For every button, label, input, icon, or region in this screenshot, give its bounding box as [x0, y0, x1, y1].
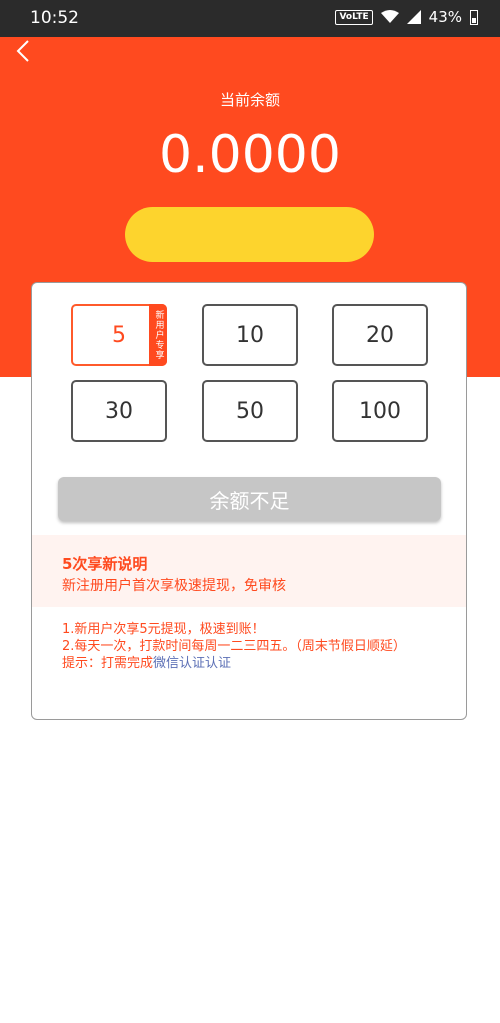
notice-body: 新注册用户首次享极速提现，免审核 — [62, 578, 286, 594]
back-arrow-icon[interactable] — [12, 37, 36, 65]
amount-value: 50 — [236, 398, 264, 424]
amount-value: 10 — [236, 322, 264, 348]
new-user-tag: 新用户专享 — [149, 304, 167, 366]
status-bar: 10:52 VoLTE 43% — [0, 0, 500, 37]
wechat-verify-link[interactable]: 微信认证认证 — [153, 656, 231, 671]
rule-line-3: 提示：打需完成微信认证认证 — [62, 655, 442, 672]
status-icons: VoLTE 43% — [335, 8, 478, 26]
amount-value: 100 — [359, 398, 401, 424]
amount-value: 30 — [105, 398, 133, 424]
amount-grid: 5 新用户专享 10 20 30 50 100 — [71, 304, 429, 444]
withdraw-all-button[interactable] — [125, 207, 374, 262]
amount-option-30[interactable]: 30 — [71, 380, 167, 442]
amount-value: 5 — [112, 322, 126, 348]
rule-tip: 提示：打需完成 — [62, 656, 154, 671]
balance-value: 0.0000 — [159, 125, 341, 185]
status-time: 10:52 — [30, 8, 79, 28]
rule-line-1: 1.新用户次享5元提现，极速到账！ — [62, 622, 265, 637]
battery-percent: 43% — [428, 8, 462, 26]
notice-box: 5次享新说明 新注册用户首次享极速提现，免审核 — [32, 535, 466, 607]
signal-icon — [406, 10, 421, 24]
amount-value: 20 — [366, 322, 394, 348]
volte-badge: VoLTE — [335, 9, 373, 25]
notice-title: 5次享新说明 — [62, 555, 148, 573]
battery-icon — [470, 9, 478, 25]
withdraw-card: 5 新用户专享 10 20 30 50 100 余额不足 5次享新说明 新注册用… — [31, 282, 467, 720]
insufficient-balance-button[interactable]: 余额不足 — [58, 477, 441, 521]
balance-label: 当前余额 — [219, 91, 280, 109]
amount-option-5[interactable]: 5 新用户专享 — [71, 304, 167, 366]
withdraw-rules: 1.新用户次享5元提现，极速到账！ 2.每天一次，打款时间每周一二三四五。（周末… — [62, 621, 442, 672]
amount-option-10[interactable]: 10 — [202, 304, 298, 366]
rule-line-2: 2.每天一次，打款时间每周一二三四五。（周末节假日顺延） — [62, 639, 406, 654]
amount-option-100[interactable]: 100 — [332, 380, 428, 442]
wifi-icon — [380, 10, 399, 23]
amount-option-50[interactable]: 50 — [202, 380, 298, 442]
amount-option-20[interactable]: 20 — [332, 304, 428, 366]
